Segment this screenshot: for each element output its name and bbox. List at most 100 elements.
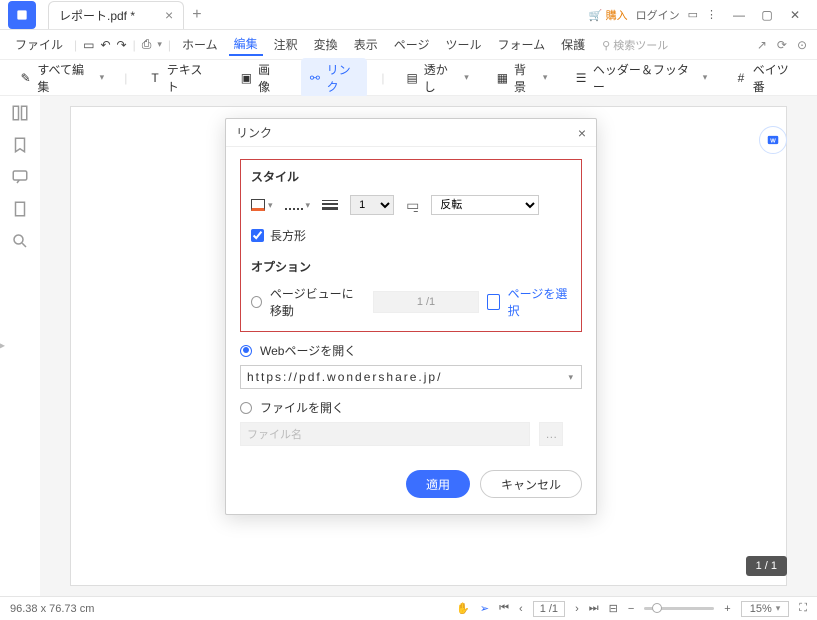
more-icon[interactable]: ⋮ — [706, 8, 717, 21]
comment-icon[interactable] — [11, 168, 29, 186]
border-color-picker[interactable]: ▾ — [251, 199, 273, 211]
menu-home[interactable]: ホーム — [177, 34, 223, 55]
page-select-icon — [487, 294, 500, 310]
login-link[interactable]: ログイン — [636, 7, 680, 23]
url-dropdown-icon[interactable]: ▾ — [568, 372, 575, 383]
last-page-button[interactable]: ⏭ — [589, 602, 599, 615]
edit-toolbar: ✎ すべて編集▾ | T テキスト ▣ 画像 ⚯ リンク | ▤ 透かし▾ ▦ … — [0, 60, 817, 96]
close-tab-icon[interactable]: × — [165, 7, 173, 23]
menu-annotate[interactable]: 注釈 — [269, 34, 303, 55]
page-dimensions: 96.38 x 76.73 cm — [10, 603, 94, 615]
bookmark-icon[interactable] — [11, 136, 29, 154]
link-icon: ⚯ — [307, 70, 322, 86]
minimize-button[interactable]: — — [725, 5, 753, 25]
svg-text:W: W — [770, 138, 776, 144]
link-dialog: リンク × スタイル ▾ ▾ 1 ▭̱ 反転 長方形 オプション ページビューに… — [225, 118, 597, 515]
rectangle-checkbox[interactable] — [251, 229, 264, 242]
background-icon: ▦ — [495, 70, 510, 86]
document-tab[interactable]: レポート.pdf * × — [48, 1, 184, 29]
zoom-slider[interactable] — [644, 607, 714, 610]
redo-icon[interactable]: ↷ — [117, 38, 127, 52]
attachment-icon[interactable] — [11, 200, 29, 218]
page-number-box: 1 /1 — [373, 291, 479, 313]
tool-bates[interactable]: # ベイツ番 — [727, 58, 805, 98]
select-page-link[interactable]: ページを選択 — [508, 285, 571, 319]
app-icon — [8, 1, 36, 29]
tool-watermark[interactable]: ▤ 透かし▾ — [398, 58, 474, 98]
page-input[interactable]: 1 /1 — [533, 601, 565, 617]
apply-button[interactable]: 適用 — [406, 470, 470, 498]
tool-edit-all[interactable]: ✎ すべて編集▾ — [12, 58, 110, 98]
zoom-select[interactable]: 15%▾ — [741, 601, 790, 617]
open-icon[interactable]: ▭ — [83, 38, 94, 52]
first-page-button[interactable]: ⏮ — [499, 602, 509, 615]
zoom-in-button[interactable]: + — [724, 603, 730, 615]
tool-image[interactable]: ▣ 画像 — [233, 58, 288, 98]
style-heading: スタイル — [251, 168, 571, 185]
print-icon[interactable]: ⎙ — [142, 37, 152, 52]
file-path-input[interactable]: ファイル名 — [240, 422, 530, 446]
tool-link[interactable]: ⚯ リンク — [301, 58, 367, 98]
help-icon[interactable]: ⊙ — [797, 38, 807, 52]
browse-file-button[interactable]: … — [539, 422, 563, 446]
color-swatch-icon — [251, 199, 265, 211]
line-thickness-icon — [322, 200, 338, 210]
maximize-button[interactable]: ▢ — [753, 5, 781, 25]
word-export-badge[interactable]: W — [759, 126, 787, 154]
undo-icon[interactable]: ↶ — [100, 38, 110, 52]
effect-select[interactable]: 反転 — [431, 195, 539, 215]
menu-page[interactable]: ページ — [389, 34, 435, 55]
statusbar: 96.38 x 76.73 cm ✋ ➢ ⏮ ‹ 1 /1 › ⏭ ⊟ − + … — [0, 596, 817, 620]
close-window-button[interactable]: ✕ — [781, 5, 809, 25]
dialog-close-button[interactable]: × — [578, 125, 586, 141]
watermark-icon: ▤ — [404, 70, 419, 86]
edit-all-icon: ✎ — [18, 70, 33, 86]
thumbnails-icon[interactable] — [11, 104, 29, 122]
header-footer-icon: ☰ — [573, 70, 588, 86]
scroll-mode-icon[interactable]: ⊟ — [609, 602, 618, 615]
prev-page-button[interactable]: ‹ — [519, 603, 523, 615]
sidebar-toggle[interactable]: ▸ — [0, 341, 5, 352]
fit-screen-icon[interactable]: ⛶ — [799, 602, 807, 615]
zoom-out-button[interactable]: − — [628, 603, 634, 615]
menu-protect[interactable]: 保護 — [556, 34, 590, 55]
search-icon[interactable] — [11, 232, 29, 250]
menu-view[interactable]: 表示 — [349, 34, 383, 55]
tool-text[interactable]: T テキスト — [141, 58, 218, 98]
thickness-select[interactable]: 1 — [350, 195, 394, 215]
next-page-button[interactable]: › — [575, 603, 579, 615]
options-heading: オプション — [251, 258, 571, 275]
menu-form[interactable]: フォーム — [492, 34, 550, 55]
highlight-icon[interactable]: ▭̱ — [406, 197, 419, 214]
tab-title: レポート.pdf * — [59, 7, 135, 24]
goto-page-label: ページビューに移動 — [270, 285, 365, 319]
goto-page-radio[interactable] — [251, 296, 262, 308]
buy-link[interactable]: 🛒 購入 — [589, 7, 628, 23]
dash-icon — [285, 200, 303, 210]
notification-icon[interactable]: ▭ — [688, 8, 698, 21]
open-file-label: ファイルを開く — [260, 399, 344, 416]
open-web-radio[interactable] — [240, 345, 252, 357]
menu-tools[interactable]: ツール — [440, 34, 486, 55]
rectangle-label: 長方形 — [270, 227, 306, 244]
menu-file[interactable]: ファイル — [10, 34, 68, 55]
menu-convert[interactable]: 変換 — [309, 34, 343, 55]
url-input[interactable]: https://pdf.wondershare.jp/ ▾ — [240, 365, 582, 389]
menu-edit[interactable]: 編集 — [229, 33, 263, 56]
open-web-label: Webページを開く — [260, 342, 356, 359]
open-file-radio[interactable] — [240, 402, 252, 414]
search-tools[interactable]: ⚲ 検索ツール — [602, 37, 668, 53]
share-icon[interactable]: ↗ — [757, 38, 767, 52]
cloud-icon[interactable]: ⟳ — [777, 38, 787, 52]
page-count-badge: 1 / 1 — [746, 556, 787, 576]
tool-background[interactable]: ▦ 背景▾ — [489, 58, 554, 98]
tool-header-footer[interactable]: ☰ ヘッダー＆フッター▾ — [567, 58, 713, 98]
cancel-button[interactable]: キャンセル — [480, 470, 582, 498]
hand-tool-icon[interactable]: ✋ — [456, 602, 470, 615]
new-tab-button[interactable]: + — [192, 6, 201, 24]
titlebar: レポート.pdf * × + 🛒 購入 ログイン ▭ ⋮ — ▢ ✕ — [0, 0, 817, 30]
text-icon: T — [147, 70, 162, 86]
select-tool-icon[interactable]: ➢ — [480, 602, 489, 615]
bates-icon: # — [733, 70, 748, 86]
line-style-picker[interactable]: ▾ — [285, 200, 311, 211]
